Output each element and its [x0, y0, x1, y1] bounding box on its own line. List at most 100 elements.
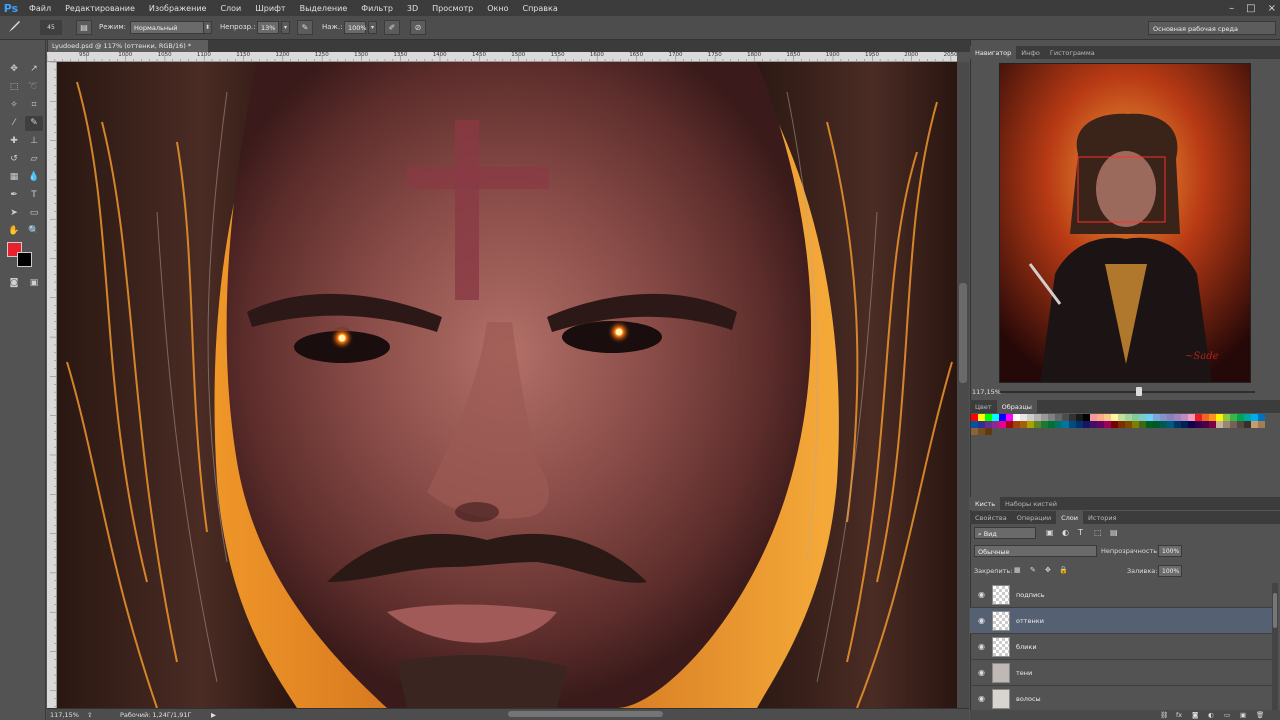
color-swatch[interactable]: [1104, 421, 1111, 428]
layer-filter-kind-select[interactable]: ⌕ Вид: [974, 527, 1036, 539]
color-swatch[interactable]: [1027, 414, 1034, 421]
color-swatch[interactable]: [1090, 414, 1097, 421]
eye-icon[interactable]: ◉: [978, 616, 988, 626]
artboard-tool-icon[interactable]: ↗: [25, 62, 43, 77]
color-swatch[interactable]: [1188, 414, 1195, 421]
chevron-down-icon[interactable]: ▾: [368, 21, 377, 34]
color-swatch[interactable]: [1055, 414, 1062, 421]
lock-all-icon[interactable]: 🔒: [1059, 566, 1068, 574]
healing-tool-icon[interactable]: ✚: [5, 134, 23, 149]
screen-mode-icon[interactable]: ▣: [25, 276, 43, 291]
workspace-select[interactable]: Основная рабочая среда: [1148, 21, 1276, 35]
color-swatch[interactable]: [1132, 421, 1139, 428]
color-swatch[interactable]: [1083, 414, 1090, 421]
color-swatch[interactable]: [1237, 414, 1244, 421]
color-swatch[interactable]: [1230, 421, 1237, 428]
opacity-input[interactable]: 13%: [257, 21, 279, 34]
path-select-tool-icon[interactable]: ➤: [5, 206, 23, 221]
color-swatch[interactable]: [1055, 421, 1062, 428]
color-swatch[interactable]: [978, 421, 985, 428]
tab-info[interactable]: Инфо: [1016, 46, 1045, 59]
move-tool-icon[interactable]: ✥: [5, 62, 23, 77]
navigator-zoom-slider[interactable]: [1000, 391, 1255, 393]
color-swatch[interactable]: [992, 414, 999, 421]
filter-type-icon[interactable]: T: [1078, 528, 1083, 537]
navigator-preview[interactable]: ~Sade: [999, 63, 1251, 383]
new-group-icon[interactable]: ▭: [1224, 711, 1230, 719]
color-swatch[interactable]: [985, 414, 992, 421]
tab-properties[interactable]: Свойства: [970, 511, 1012, 524]
color-swatch[interactable]: [1216, 414, 1223, 421]
color-swatch[interactable]: [985, 428, 992, 435]
horizontal-scroll-thumb[interactable]: [508, 711, 663, 717]
trash-icon[interactable]: 🗑: [1256, 711, 1264, 719]
filter-pixel-icon[interactable]: ▣: [1046, 528, 1054, 537]
color-swatch[interactable]: [1153, 414, 1160, 421]
lock-position-icon[interactable]: ✥: [1045, 566, 1051, 574]
color-swatch[interactable]: [1209, 421, 1216, 428]
layer-row[interactable]: ◉ подпись: [970, 582, 1272, 608]
minimize-button[interactable]: –: [1229, 3, 1234, 14]
color-swatch[interactable]: [1104, 414, 1111, 421]
color-swatch[interactable]: [1076, 414, 1083, 421]
lock-pixels-icon[interactable]: ✎: [1030, 566, 1036, 574]
menu-3d[interactable]: 3D: [400, 4, 425, 13]
color-swatch[interactable]: [1146, 421, 1153, 428]
lasso-tool-icon[interactable]: ➰: [25, 80, 43, 95]
maximize-button[interactable]: □: [1246, 3, 1255, 14]
color-swatch[interactable]: [992, 421, 999, 428]
filter-smart-object-icon[interactable]: ▤: [1110, 528, 1118, 537]
color-swatch[interactable]: [1258, 421, 1265, 428]
color-swatch[interactable]: [1181, 414, 1188, 421]
color-swatch[interactable]: [1118, 414, 1125, 421]
color-swatch[interactable]: [1132, 414, 1139, 421]
color-swatch[interactable]: [1097, 414, 1104, 421]
layers-scroll-thumb[interactable]: [1273, 593, 1277, 628]
brush-preset-picker[interactable]: 45: [40, 20, 62, 35]
color-swatch[interactable]: [1251, 421, 1258, 428]
fill-input[interactable]: 100%: [1158, 565, 1182, 577]
color-swatch[interactable]: [1111, 414, 1118, 421]
color-swatch[interactable]: [1251, 414, 1258, 421]
color-swatch[interactable]: [1013, 414, 1020, 421]
color-swatch[interactable]: [1153, 421, 1160, 428]
color-swatch[interactable]: [1069, 421, 1076, 428]
eyedropper-tool-icon[interactable]: ⁄: [5, 116, 23, 131]
color-swatch[interactable]: [1041, 421, 1048, 428]
layer-row[interactable]: ◉ оттенки: [970, 608, 1272, 634]
chevron-down-icon[interactable]: ⬍: [203, 21, 212, 34]
color-swatch[interactable]: [1125, 421, 1132, 428]
pen-tool-icon[interactable]: ✒: [5, 188, 23, 203]
type-tool-icon[interactable]: T: [25, 188, 43, 203]
color-swatch[interactable]: [1111, 421, 1118, 428]
color-swatch[interactable]: [1244, 414, 1251, 421]
color-swatch[interactable]: [1034, 421, 1041, 428]
adjustment-layer-icon[interactable]: ◐: [1208, 711, 1214, 719]
export-icon[interactable]: ⇪: [87, 711, 92, 719]
color-swatch[interactable]: [1013, 421, 1020, 428]
new-layer-icon[interactable]: ▣: [1240, 711, 1246, 719]
color-swatch[interactable]: [978, 414, 985, 421]
menu-help[interactable]: Справка: [515, 4, 564, 13]
color-swatch[interactable]: [1216, 421, 1223, 428]
gradient-tool-icon[interactable]: ▦: [5, 170, 23, 185]
color-swatch[interactable]: [1195, 421, 1202, 428]
color-swatch[interactable]: [1174, 414, 1181, 421]
color-swatch[interactable]: [1006, 421, 1013, 428]
color-swatch[interactable]: [1090, 421, 1097, 428]
color-swatch[interactable]: [999, 421, 1006, 428]
color-swatch[interactable]: [1181, 421, 1188, 428]
link-layers-icon[interactable]: ⛓: [1160, 711, 1168, 719]
menu-type[interactable]: Шрифт: [248, 4, 292, 13]
eye-icon[interactable]: ◉: [978, 590, 988, 600]
layer-opacity-input[interactable]: 100%: [1158, 545, 1182, 557]
quick-mask-icon[interactable]: ◙: [5, 276, 23, 291]
tab-brush[interactable]: Кисть: [970, 497, 1001, 510]
filter-shape-icon[interactable]: ⬚: [1094, 528, 1102, 537]
menu-edit[interactable]: Редактирование: [58, 4, 142, 13]
clone-stamp-tool-icon[interactable]: ⊥: [25, 134, 43, 149]
tab-history[interactable]: История: [1083, 511, 1121, 524]
menu-file[interactable]: Файл: [22, 4, 58, 13]
color-swatch[interactable]: [1258, 414, 1265, 421]
brush-panel-toggle-icon[interactable]: ▤: [76, 20, 92, 35]
